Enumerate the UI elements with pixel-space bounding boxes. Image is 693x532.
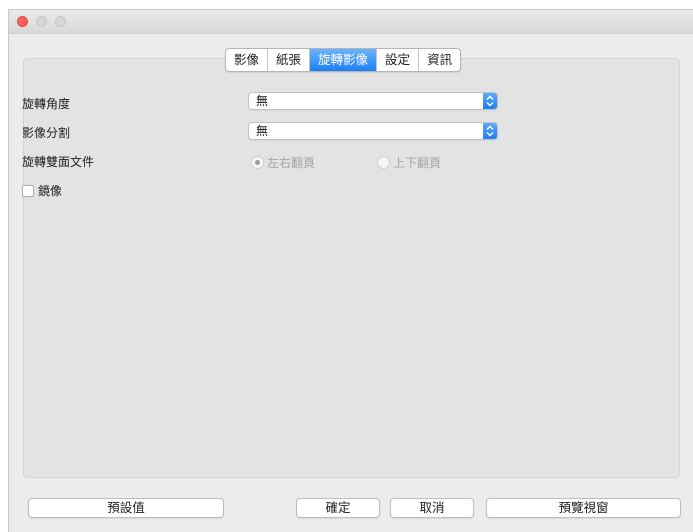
- tab-image[interactable]: 影像: [226, 49, 269, 71]
- rotation-angle-label: 旋轉角度: [22, 97, 71, 111]
- radio-top-bottom-label: 上下翻頁: [393, 156, 442, 170]
- radio-selected-icon: [251, 156, 264, 169]
- radio-unselected-icon: [377, 156, 390, 169]
- settings-window: 影像 紙張 旋轉影像 設定 資訊 旋轉角度 無 影像分割 無 旋轉雙面文件 左右…: [8, 9, 693, 532]
- mirror-checkbox[interactable]: 鏡像: [22, 182, 62, 199]
- tab-content-panel: [23, 58, 680, 478]
- rotate-duplex-label: 旋轉雙面文件: [22, 155, 95, 169]
- select-arrows-icon: [483, 93, 497, 109]
- checkbox-box-icon: [22, 184, 34, 197]
- radio-left-right-label: 左右翻頁: [267, 156, 316, 170]
- image-split-value: 無: [256, 124, 269, 138]
- radio-left-right-flip[interactable]: 左右翻頁: [251, 154, 315, 171]
- preview-window-button[interactable]: 預覽視窗: [486, 498, 681, 518]
- image-split-select[interactable]: 無: [248, 122, 498, 140]
- zoom-window-button[interactable]: [55, 16, 66, 27]
- defaults-button[interactable]: 預設值: [28, 498, 224, 518]
- tab-settings[interactable]: 設定: [377, 49, 420, 71]
- close-window-button[interactable]: [17, 16, 28, 27]
- title-bar: [9, 10, 693, 34]
- tab-bar: 影像 紙張 旋轉影像 設定 資訊: [225, 48, 462, 72]
- image-split-label: 影像分割: [22, 126, 71, 140]
- minimize-window-button[interactable]: [36, 16, 47, 27]
- cancel-button[interactable]: 取消: [390, 498, 474, 518]
- ok-button[interactable]: 確定: [296, 498, 380, 518]
- select-arrows-icon: [483, 123, 497, 139]
- tab-paper[interactable]: 紙張: [268, 49, 311, 71]
- radio-top-bottom-flip[interactable]: 上下翻頁: [377, 154, 441, 171]
- rotation-angle-select[interactable]: 無: [248, 92, 498, 110]
- rotation-angle-value: 無: [256, 94, 269, 108]
- tab-info[interactable]: 資訊: [419, 49, 460, 71]
- tab-rotate-image[interactable]: 旋轉影像: [310, 49, 378, 71]
- mirror-label: 鏡像: [38, 184, 63, 198]
